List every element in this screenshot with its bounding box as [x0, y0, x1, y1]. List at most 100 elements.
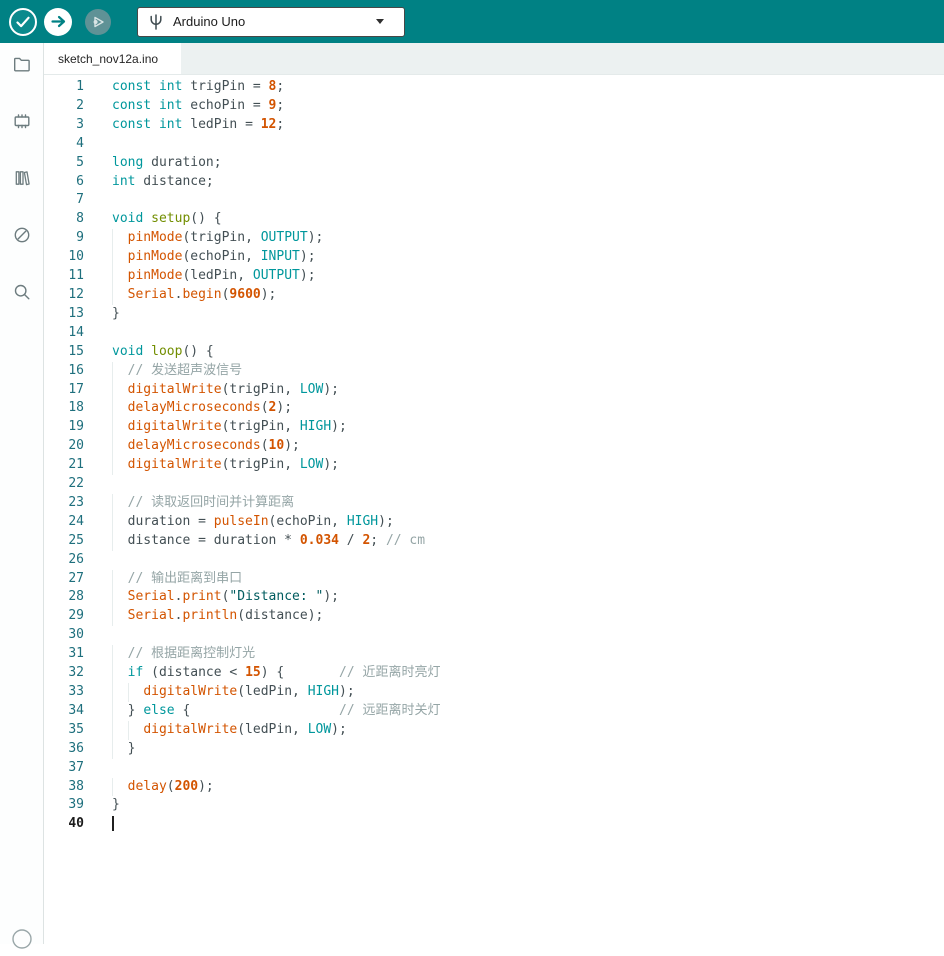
tab-sketch-nov12a[interactable]: sketch_nov12a.ino	[44, 43, 181, 74]
line-number: 3	[76, 116, 84, 132]
code-line[interactable]: delayMicroseconds(10);	[112, 437, 944, 457]
line-number: 31	[68, 646, 84, 662]
slashed-circle-icon	[12, 225, 32, 245]
code-line[interactable]: long duration;	[112, 154, 944, 173]
code-token: (echoPin,	[182, 249, 261, 265]
code-line[interactable]: Serial.begin(9600);	[112, 285, 944, 305]
code-line[interactable]: // 发送超声波信号	[112, 361, 944, 381]
tab-bar: sketch_nov12a.ino	[44, 43, 944, 75]
code-line[interactable]: pinMode(echoPin, INPUT);	[112, 248, 944, 268]
code-line[interactable]: digitalWrite(trigPin, LOW);	[112, 456, 944, 476]
code-line[interactable]: }	[112, 739, 944, 759]
code-token: begin	[182, 286, 222, 302]
code-token: // 读取返回时间并计算距离	[127, 494, 295, 510]
code-token: digitalWrite	[143, 684, 238, 699]
sidebar-item-library-manager[interactable]	[10, 166, 34, 190]
right-arrow-icon	[50, 15, 66, 28]
code-line[interactable]	[112, 759, 944, 778]
code-line[interactable]: delayMicroseconds(2);	[112, 399, 944, 419]
code-line[interactable]: }	[112, 305, 944, 324]
line-number: 4	[76, 135, 84, 151]
code-token: OUTPUT	[252, 268, 300, 284]
indent-guide	[112, 248, 113, 268]
code-line[interactable]: digitalWrite(ledPin, HIGH);	[112, 683, 944, 702]
editor[interactable]: 1 2 3 4 5 6 7 8 9 10 11 12 13 14 15 16 17 18 19 20 21 22 23 24 2…	[44, 75, 944, 944]
code-line[interactable]	[112, 551, 944, 570]
code-token: );	[299, 249, 316, 265]
line-number: 32	[68, 665, 84, 681]
code-line[interactable]: const int trigPin = 8;	[112, 78, 944, 97]
code-line[interactable]: Serial.print("Distance: ");	[112, 588, 944, 608]
code-line[interactable]	[112, 324, 944, 343]
code-token: "Distance: "	[229, 589, 324, 605]
upload-button[interactable]	[44, 7, 72, 36]
debug-button[interactable]	[85, 8, 111, 35]
code-line[interactable]	[112, 475, 944, 494]
check-icon	[16, 16, 30, 28]
code-line[interactable]: }	[112, 796, 944, 815]
line-number: 1	[76, 79, 84, 94]
indent-guide	[112, 645, 113, 665]
code-token: ) {	[260, 665, 339, 681]
line-number: 8	[76, 211, 84, 227]
line-number: 9	[76, 230, 84, 246]
indent-guide	[112, 399, 113, 419]
code-token: (ledPin,	[237, 721, 308, 737]
sidebar-item-search[interactable]	[10, 280, 34, 304]
code-line[interactable]: } else { // 远距离时关灯	[112, 701, 944, 721]
code-line[interactable]: const int echoPin = 9;	[112, 97, 944, 116]
code-token: LOW	[307, 721, 332, 737]
code-line[interactable]: // 读取返回时间并计算距离	[112, 493, 944, 513]
code-line[interactable]: digitalWrite(trigPin, LOW);	[112, 380, 944, 400]
code-token: LOW	[299, 457, 324, 473]
code-line[interactable]	[112, 626, 944, 645]
sidebar-item-sketchbook[interactable]	[10, 52, 34, 76]
code-line[interactable]: // 输出距离到串口	[112, 569, 944, 589]
line-number: 20	[68, 438, 84, 454]
code-line[interactable]: duration = pulseIn(echoPin, HIGH);	[112, 512, 944, 532]
code-line[interactable]: if (distance < 15) { // 近距离时亮灯	[112, 664, 944, 683]
line-number: 10	[68, 249, 84, 265]
toolbar: Arduino Uno	[0, 0, 944, 43]
code-line[interactable]: void loop() {	[112, 343, 944, 362]
code-line[interactable]: Serial.println(distance);	[112, 607, 944, 627]
code-area[interactable]: const int trigPin = 8; const int echoPin …	[112, 78, 944, 944]
code-token: (ledPin,	[182, 268, 253, 284]
sidebar-item-boards-manager[interactable]	[10, 109, 34, 133]
code-token: const	[112, 116, 152, 132]
indent-guide	[112, 664, 113, 683]
code-line[interactable]: int distance;	[112, 173, 944, 192]
code-token: );	[276, 400, 293, 416]
code-line[interactable]: pinMode(trigPin, OUTPUT);	[112, 229, 944, 249]
code-line[interactable]: const int ledPin = 12;	[112, 116, 944, 135]
code-line[interactable]: digitalWrite(trigPin, HIGH);	[112, 418, 944, 438]
code-line[interactable]: digitalWrite(ledPin, LOW);	[112, 720, 944, 740]
code-line[interactable]: void setup() {	[112, 210, 944, 229]
line-number: 19	[68, 419, 84, 435]
sidebar-item-debugger[interactable]	[10, 223, 34, 247]
indent-guide	[112, 607, 113, 627]
account-circle-icon[interactable]	[10, 927, 34, 956]
code-line[interactable]: distance = duration * 0.034 / 2; // cm	[112, 531, 944, 551]
code-token: );	[260, 286, 277, 302]
code-token: duration;	[143, 154, 222, 170]
code-line[interactable]: delay(200);	[112, 777, 944, 797]
line-number: 14	[68, 324, 84, 340]
code-line[interactable]	[112, 815, 944, 834]
code-token: OUTPUT	[260, 230, 308, 246]
verify-button[interactable]	[9, 7, 37, 36]
code-line[interactable]	[112, 135, 944, 154]
code-token: );	[198, 778, 214, 794]
code-token: ledPin =	[182, 116, 261, 132]
code-token: () {	[182, 343, 214, 359]
code-line[interactable]: // 根据距离控制灯光	[112, 645, 944, 665]
code-line[interactable]: pinMode(ledPin, OUTPUT);	[112, 267, 944, 286]
board-selector-dropdown[interactable]: Arduino Uno	[137, 6, 405, 37]
code-line[interactable]	[112, 191, 944, 210]
